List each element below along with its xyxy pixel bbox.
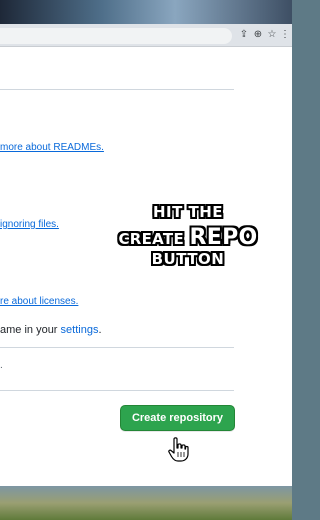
overlay-caption-line2: CREATE REPO xyxy=(100,225,276,250)
readme-learn-more-link[interactable]: more about READMEs. xyxy=(0,142,104,153)
overlay-caption-line1: HIT THE xyxy=(152,203,224,221)
section-divider xyxy=(0,390,234,391)
gitignore-learn-more-link[interactable]: ignoring files. xyxy=(0,219,59,230)
license-learn-more-link[interactable]: re about licenses. xyxy=(0,296,78,307)
overlay-caption-line3: BUTTON xyxy=(151,250,225,268)
toolbar-divider xyxy=(0,46,292,47)
address-bar[interactable] xyxy=(0,28,232,44)
zoom-icon[interactable]: ⊕ xyxy=(252,28,264,42)
share-icon[interactable]: ⇪ xyxy=(238,28,250,42)
section-divider xyxy=(0,347,234,348)
desktop-background-bottom xyxy=(0,486,292,520)
overlay-caption-repo: REPO xyxy=(189,225,258,250)
default-branch-note: ame in your settings. xyxy=(0,324,102,336)
desktop-background-top xyxy=(0,0,292,24)
default-branch-text: ame in your xyxy=(0,324,61,336)
create-repository-button[interactable]: Create repository xyxy=(120,405,235,431)
hand-cursor-icon xyxy=(168,437,189,462)
settings-link[interactable]: settings xyxy=(61,324,99,336)
bookmark-star-icon[interactable]: ☆ xyxy=(266,28,278,42)
default-branch-period: . xyxy=(98,324,102,336)
menu-dots-icon[interactable]: ⋮ xyxy=(279,28,291,42)
section-divider xyxy=(0,89,234,90)
truncated-text: . xyxy=(0,360,3,371)
overlay-caption-create: CREATE xyxy=(118,230,190,248)
browser-toolbar: ⇪ ⊕ ☆ ⋮ xyxy=(0,24,292,46)
